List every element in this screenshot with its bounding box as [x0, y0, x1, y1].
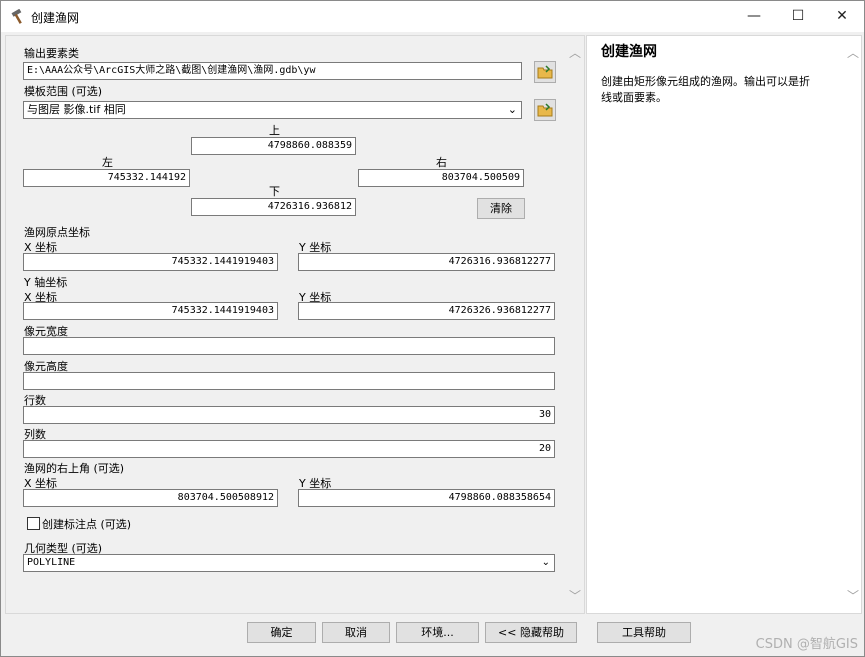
help-scrollbar[interactable]: ︿ ﹀ — [845, 44, 859, 604]
window-title: 创建渔网 — [31, 11, 80, 25]
scroll-down-icon[interactable]: ﹀ — [569, 587, 581, 604]
cell-height-field[interactable] — [23, 372, 555, 390]
help-text: 创建由矩形像元组成的渔网。输出可以是折 线或面要素。 — [601, 74, 810, 106]
output-field[interactable]: E:\AAA公众号\ArcGIS大师之路\截图\创建渔网\渔网.gdb\yw — [23, 62, 522, 80]
tool-help-button[interactable]: 工具帮助 — [597, 622, 691, 643]
close-button[interactable]: ✕ — [820, 1, 864, 32]
chevron-down-icon: ⌄ — [507, 103, 517, 116]
label-points-label: 创建标注点 (可选) — [42, 518, 132, 531]
vertical-scrollbar[interactable]: ︿ ﹀ — [567, 44, 581, 604]
origin-x-field[interactable]: 745332.1441919403 — [23, 253, 278, 271]
output-label: 输出要素类 — [24, 47, 79, 60]
dialog-window: 创建渔网 — ☐ ✕ 输出要素类 E:\AAA公众号\ArcGIS大师之路\截图… — [0, 0, 865, 657]
template-browse-button[interactable] — [534, 99, 556, 121]
minimize-button[interactable]: — — [732, 1, 776, 32]
right-label: 右 — [436, 156, 447, 169]
help-line: 线或面要素。 — [601, 91, 667, 104]
scroll-up-icon[interactable]: ︿ — [847, 44, 859, 61]
clear-button[interactable]: 清除 — [477, 198, 525, 219]
bottom-field[interactable]: 4726316.936812 — [191, 198, 356, 216]
template-label: 模板范围 (可选) — [24, 85, 103, 98]
right-field[interactable]: 803704.500509 — [358, 169, 524, 187]
yaxis-y-field[interactable]: 4726326.936812277 — [298, 302, 555, 320]
folder-icon — [537, 65, 553, 79]
chevron-down-icon: ⌄ — [541, 557, 550, 568]
rows-field[interactable]: 30 — [23, 406, 555, 424]
maximize-button[interactable]: ☐ — [776, 1, 820, 32]
template-dropdown[interactable]: 与图层 影像.tif 相同 ⌄ — [23, 101, 522, 119]
cell-width-field[interactable] — [23, 337, 555, 355]
hammer-icon — [11, 9, 22, 24]
environments-button[interactable]: 环境... — [396, 622, 479, 643]
bottom-label: 下 — [269, 185, 280, 198]
geometry-value: POLYLINE — [27, 557, 76, 568]
corner-x-field[interactable]: 803704.500508912 — [23, 489, 278, 507]
help-title: 创建渔网 — [601, 44, 657, 60]
origin-y-field[interactable]: 4726316.936812277 — [298, 253, 555, 271]
output-browse-button[interactable] — [534, 61, 556, 83]
title-bar: 创建渔网 — ☐ ✕ — [1, 1, 864, 32]
help-line: 创建由矩形像元组成的渔网。输出可以是折 — [601, 75, 810, 88]
template-value: 与图层 影像.tif 相同 — [27, 103, 126, 116]
ok-button[interactable]: 确定 — [247, 622, 316, 643]
parameters-panel: 输出要素类 E:\AAA公众号\ArcGIS大师之路\截图\创建渔网\渔网.gd… — [5, 35, 585, 614]
left-field[interactable]: 745332.144192 — [23, 169, 190, 187]
origin-label: 渔网原点坐标 — [24, 226, 90, 239]
label-points-checkbox[interactable] — [27, 517, 40, 530]
scroll-down-icon[interactable]: ﹀ — [847, 587, 859, 604]
corner-y-field[interactable]: 4798860.088358654 — [298, 489, 555, 507]
top-field[interactable]: 4798860.088359 — [191, 137, 356, 155]
help-panel: 创建渔网 创建由矩形像元组成的渔网。输出可以是折 线或面要素。 ︿ ﹀ — [586, 35, 862, 614]
cancel-button[interactable]: 取消 — [322, 622, 390, 643]
left-label: 左 — [102, 156, 113, 169]
yaxis-x-field[interactable]: 745332.1441919403 — [23, 302, 278, 320]
cols-field[interactable]: 20 — [23, 440, 555, 458]
geometry-dropdown[interactable]: POLYLINE ⌄ — [23, 554, 555, 572]
yaxis-label: Y 轴坐标 — [24, 276, 68, 289]
watermark: CSDN @智航GIS — [755, 637, 858, 652]
hide-help-button[interactable]: << 隐藏帮助 — [485, 622, 577, 643]
scroll-up-icon[interactable]: ︿ — [569, 44, 581, 61]
corner-label: 渔网的右上角 (可选) — [24, 462, 125, 475]
folder-icon — [537, 103, 553, 117]
top-label: 上 — [269, 124, 280, 137]
